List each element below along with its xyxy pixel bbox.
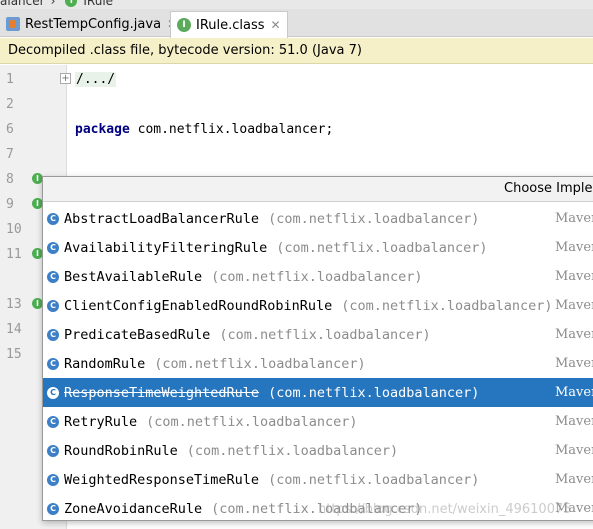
class-name: RetryRule [64, 413, 138, 430]
implementation-item[interactable]: C AvailabilityFilteringRule (com.netflix.l… [43, 233, 593, 262]
class-icon: C [47, 502, 59, 515]
class-icon: C [47, 328, 59, 341]
interface-icon: I [65, 0, 78, 7]
line-number: 8 [6, 172, 14, 187]
class-icon: C [47, 357, 59, 370]
tab-resttempconfig[interactable]: RestTempConfig.java ✕ [0, 11, 183, 37]
package-name: (com.netflix.loadbalancer) [268, 210, 480, 227]
class-name: ZoneAvoidanceRule [64, 500, 203, 517]
class-name: RandomRule [64, 355, 146, 372]
line-number: 2 [6, 97, 14, 112]
breadcrumb-separator: › [50, 0, 56, 8]
library-source: Maven [555, 443, 593, 458]
class-icon: C [47, 444, 59, 457]
interface-icon: I [177, 18, 191, 32]
class-icon: C [47, 212, 59, 225]
class-name: PredicateBasedRule [64, 326, 211, 343]
editor-tab-bar: RestTempConfig.java ✕ I IRule.class ✕ [0, 9, 593, 38]
package-name: (com.netflix.loadbalancer) [219, 326, 431, 343]
implementation-item[interactable]: C RoundRobinRule (com.netflix.loadbalancer… [43, 436, 593, 465]
implementation-item[interactable]: C RetryRule (com.netflix.loadbalancer) Mave… [43, 407, 593, 436]
line-number: 11 [6, 247, 22, 262]
implementation-item[interactable]: C ResponseTimeWeightedRule (com.netflix.lo… [43, 378, 593, 407]
implementation-item[interactable]: C ClientConfigEnabledRoundRobinRule (com.n… [43, 291, 593, 320]
package-name: (com.netflix.loadbalancer) [276, 239, 488, 256]
line-number: 10 [6, 222, 22, 237]
library-source: Maven [555, 240, 593, 255]
library-source: Maven [555, 356, 593, 371]
class-name: AvailabilityFilteringRule [64, 239, 268, 256]
popup-title: Choose Implem [504, 181, 593, 196]
folded-comment[interactable]: /.../ [75, 72, 117, 87]
watermark: https://blog.csdn.net/weixin_49610075 [318, 502, 572, 517]
package-name: (com.netflix.loadbalancer) [268, 384, 480, 401]
class-icon: C [47, 415, 59, 428]
package-name: com.netflix.loadbalancer; [129, 122, 334, 137]
implementation-item[interactable]: C PredicateBasedRule (com.netflix.loadbala… [43, 320, 593, 349]
class-icon: C [47, 241, 59, 254]
library-source: Maven [555, 327, 593, 342]
line-number: 7 [6, 147, 14, 162]
popup-title-bar: Choose Implem [43, 177, 593, 202]
class-icon: C [47, 386, 59, 399]
class-name: ResponseTimeWeightedRule [64, 384, 260, 401]
library-source: Maven [555, 298, 593, 313]
class-name: RoundRobinRule [64, 442, 178, 459]
library-source: Maven [555, 414, 593, 429]
tab-label: RestTempConfig.java [25, 16, 162, 32]
close-icon[interactable]: ✕ [271, 18, 281, 32]
class-name: WeightedResponseTimeRule [64, 471, 260, 488]
class-name: BestAvailableRule [64, 268, 203, 285]
library-source: Maven [555, 472, 593, 487]
package-name: (com.netflix.loadbalancer) [211, 268, 423, 285]
line-number: 6 [6, 122, 14, 137]
package-name: (com.netflix.loadbalancer) [146, 413, 358, 430]
class-icon: C [47, 473, 59, 486]
code-line-1: /.../ [75, 72, 117, 87]
breadcrumb: alancer › I IRule [0, 0, 593, 9]
breadcrumb-item-package[interactable]: alancer [0, 0, 45, 8]
tab-irule-class[interactable]: I IRule.class ✕ [170, 11, 288, 38]
library-source: Maven [555, 211, 593, 226]
breadcrumb-item-class[interactable]: IRule [83, 0, 113, 8]
implementation-item[interactable]: C AbstractLoadBalancerRule (com.netflix.lo… [43, 204, 593, 233]
implementation-item[interactable]: C BestAvailableRule (com.netflix.loadbalan… [43, 262, 593, 291]
class-icon: C [47, 299, 59, 312]
line-number: 14 [6, 322, 22, 337]
class-icon: C [47, 270, 59, 283]
implementation-item[interactable]: C WeightedResponseTimeRule (com.netflix.lo… [43, 465, 593, 494]
line-number: 15 [6, 347, 22, 362]
line-number: 9 [6, 197, 14, 212]
class-name: AbstractLoadBalancerRule [64, 210, 260, 227]
java-file-icon [6, 17, 20, 31]
implementation-item[interactable]: C RandomRule (com.netflix.loadbalancer) Mav… [43, 349, 593, 378]
code-line-6: package com.netflix.loadbalancer; [75, 122, 333, 137]
tab-label: IRule.class [196, 17, 265, 33]
line-number: 13 [6, 297, 22, 312]
package-name: (com.netflix.loadbalancer) [268, 471, 480, 488]
package-name: (com.netflix.loadbalancer) [341, 297, 553, 314]
choose-implementation-popup: Choose Implem C AbstractLoadBalancerRule (… [42, 176, 593, 521]
decompiled-banner: Decompiled .class file, bytecode version… [0, 38, 593, 64]
class-name: ClientConfigEnabledRoundRobinRule [64, 297, 333, 314]
library-source: Maven [555, 385, 593, 400]
package-name: (com.netflix.loadbalancer) [154, 355, 366, 372]
library-source: Maven [555, 269, 593, 284]
package-name: (com.netflix.loadbalancer) [186, 442, 399, 459]
line-number: 1 [6, 72, 14, 87]
keyword-package: package [75, 122, 130, 137]
fold-toggle-icon[interactable]: + [60, 73, 71, 84]
